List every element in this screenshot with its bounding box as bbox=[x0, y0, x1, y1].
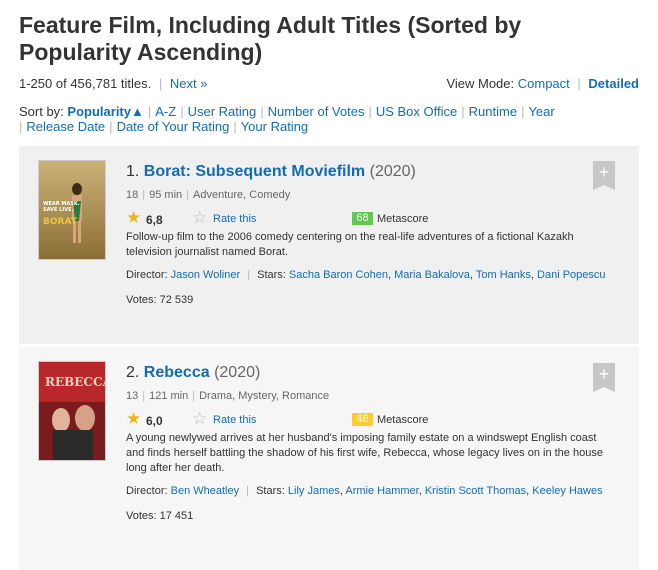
view-compact-link[interactable]: Compact bbox=[518, 76, 570, 91]
genre: Adventure, Comedy bbox=[193, 189, 291, 201]
sort-popularity[interactable]: Popularity▲ bbox=[67, 104, 143, 119]
item-rank: 1. bbox=[126, 163, 140, 180]
poster-image[interactable]: WEAR MASK. SAVE LIVE. BORAT bbox=[38, 160, 106, 260]
item-votes: Votes: 72 539 bbox=[126, 294, 616, 306]
item-heading: 2. Rebecca (2020) bbox=[126, 363, 616, 383]
poster-image[interactable]: REBECCA bbox=[38, 361, 106, 461]
plus-icon: + bbox=[598, 364, 610, 384]
item-year: (2020) bbox=[369, 163, 416, 180]
stars-label: Stars: bbox=[257, 269, 286, 281]
imdb-rating: 6,8 bbox=[146, 213, 163, 227]
view-mode-label: View Mode: bbox=[446, 76, 515, 91]
metascore-label: Metascore bbox=[377, 213, 429, 225]
item-credits: Director: Ben Wheatley | Stars: Lily Jam… bbox=[126, 485, 603, 497]
add-to-watchlist-button[interactable]: + bbox=[593, 363, 615, 392]
star-link[interactable]: Armie Hammer bbox=[345, 485, 418, 497]
svg-text:SAVE LIVE.: SAVE LIVE. bbox=[43, 207, 73, 213]
votes-count: 72 539 bbox=[159, 294, 194, 306]
item-rank: 2. bbox=[126, 364, 140, 381]
item-description: A young newlywed arrives at her husband'… bbox=[126, 432, 603, 474]
director-link[interactable]: Ben Wheatley bbox=[171, 485, 239, 497]
director-link[interactable]: Jason Woliner bbox=[171, 269, 241, 281]
star-link[interactable]: Dani Popescu bbox=[537, 269, 606, 281]
metascore-label: Metascore bbox=[377, 414, 429, 426]
star-outline-icon[interactable]: ☆ bbox=[192, 410, 207, 427]
item-content: 2. Rebecca (2020) 13 | 121 min | Drama, Myst… bbox=[126, 363, 616, 522]
imdb-rating: 6,0 bbox=[146, 414, 163, 428]
view-detailed-link[interactable]: Detailed bbox=[588, 76, 639, 91]
votes-count: 17 451 bbox=[159, 510, 194, 522]
director-label: Director: bbox=[126, 485, 168, 497]
sort-release-date[interactable]: Release Date bbox=[26, 119, 105, 134]
sort-runtime[interactable]: Runtime bbox=[469, 104, 517, 119]
sort-your-rating[interactable]: Your Rating bbox=[241, 119, 308, 134]
rebecca-poster: REBECCA bbox=[39, 362, 106, 460]
star-link[interactable]: Maria Bakalova bbox=[394, 269, 470, 281]
stars-label: Stars: bbox=[256, 485, 285, 497]
star-link[interactable]: Tom Hanks bbox=[476, 269, 531, 281]
list-item: WEAR MASK. SAVE LIVE. BORAT 1. Borat: Su… bbox=[19, 146, 639, 344]
genre: Drama, Mystery, Romance bbox=[199, 390, 330, 402]
view-mode: View Mode: Compact | Detailed bbox=[446, 76, 639, 91]
plus-icon: + bbox=[598, 162, 610, 182]
star-filled-icon: ★ bbox=[126, 409, 142, 428]
ratings-bar: ★ 6,8 ☆ Rate this 68 Metascore bbox=[126, 209, 616, 229]
sort-user-rating[interactable]: User Rating bbox=[188, 104, 257, 119]
item-heading: 1. Borat: Subsequent Moviefilm (2020) bbox=[126, 162, 616, 182]
divider: | bbox=[158, 76, 163, 91]
votes-label: Votes: bbox=[126, 294, 157, 306]
runtime: 95 min bbox=[149, 189, 183, 201]
item-year: (2020) bbox=[214, 364, 261, 381]
item-meta: 13 | 121 min | Drama, Mystery, Romance bbox=[126, 390, 330, 402]
sort-year[interactable]: Year bbox=[528, 104, 554, 119]
rate-this-link[interactable]: Rate this bbox=[213, 414, 256, 426]
svg-text:REBECCA: REBECCA bbox=[45, 375, 106, 389]
item-title-link[interactable]: Borat: Subsequent Moviefilm bbox=[144, 163, 365, 180]
metascore-badge: 68 bbox=[352, 212, 373, 225]
results-bar: 1-250 of 456,781 titles. | Next » View M… bbox=[19, 76, 639, 91]
next-page-link[interactable]: Next » bbox=[170, 76, 208, 91]
sort-us-box-office[interactable]: US Box Office bbox=[376, 104, 457, 119]
star-link[interactable]: Lily James bbox=[288, 485, 340, 497]
sort-label: Sort by: bbox=[19, 104, 64, 119]
director-label: Director: bbox=[126, 269, 168, 281]
sort-bar: Sort by: Popularity▲ | A-Z | User Rating | Num… bbox=[19, 104, 555, 134]
sort-number-of-votes[interactable]: Number of Votes bbox=[268, 104, 365, 119]
star-filled-icon: ★ bbox=[126, 208, 142, 227]
runtime: 121 min bbox=[149, 390, 189, 402]
rate-this-link[interactable]: Rate this bbox=[213, 213, 256, 225]
star-link[interactable]: Keeley Hawes bbox=[532, 485, 602, 497]
star-link[interactable]: Kristin Scott Thomas bbox=[425, 485, 526, 497]
page-title: Feature Film, Including Adult Titles (So… bbox=[19, 12, 522, 65]
star-link[interactable]: Sacha Baron Cohen bbox=[289, 269, 388, 281]
sort-a-z[interactable]: A-Z bbox=[155, 104, 176, 119]
item-credits: Director: Jason Woliner | Stars: Sacha B… bbox=[126, 269, 606, 281]
item-meta: 18 | 95 min | Adventure, Comedy bbox=[126, 189, 291, 201]
item-votes: Votes: 17 451 bbox=[126, 510, 616, 522]
item-title-link[interactable]: Rebecca bbox=[144, 364, 210, 381]
results-count: 1-250 of 456,781 titles. bbox=[19, 76, 152, 91]
ratings-bar: ★ 6,0 ☆ Rate this 46 Metascore bbox=[126, 410, 616, 430]
certificate: 18 bbox=[126, 189, 139, 201]
item-content: 1. Borat: Subsequent Moviefilm (2020) 18… bbox=[126, 162, 616, 306]
add-to-watchlist-button[interactable]: + bbox=[593, 161, 615, 190]
certificate: 13 bbox=[126, 390, 139, 402]
borat-poster: WEAR MASK. SAVE LIVE. BORAT bbox=[39, 161, 105, 259]
list-item: REBECCA 2. Rebecca (2020) 13 | 121 min | Dra… bbox=[19, 347, 639, 570]
sort-date-of-your-rating[interactable]: Date of Your Rating bbox=[117, 119, 230, 134]
divider: | bbox=[577, 76, 581, 91]
svg-text:BORAT: BORAT bbox=[43, 217, 78, 227]
votes-label: Votes: bbox=[126, 510, 157, 522]
metascore-badge: 46 bbox=[352, 413, 373, 426]
item-description: Follow-up film to the 2006 comedy center… bbox=[126, 231, 574, 258]
star-outline-icon[interactable]: ☆ bbox=[192, 209, 207, 226]
